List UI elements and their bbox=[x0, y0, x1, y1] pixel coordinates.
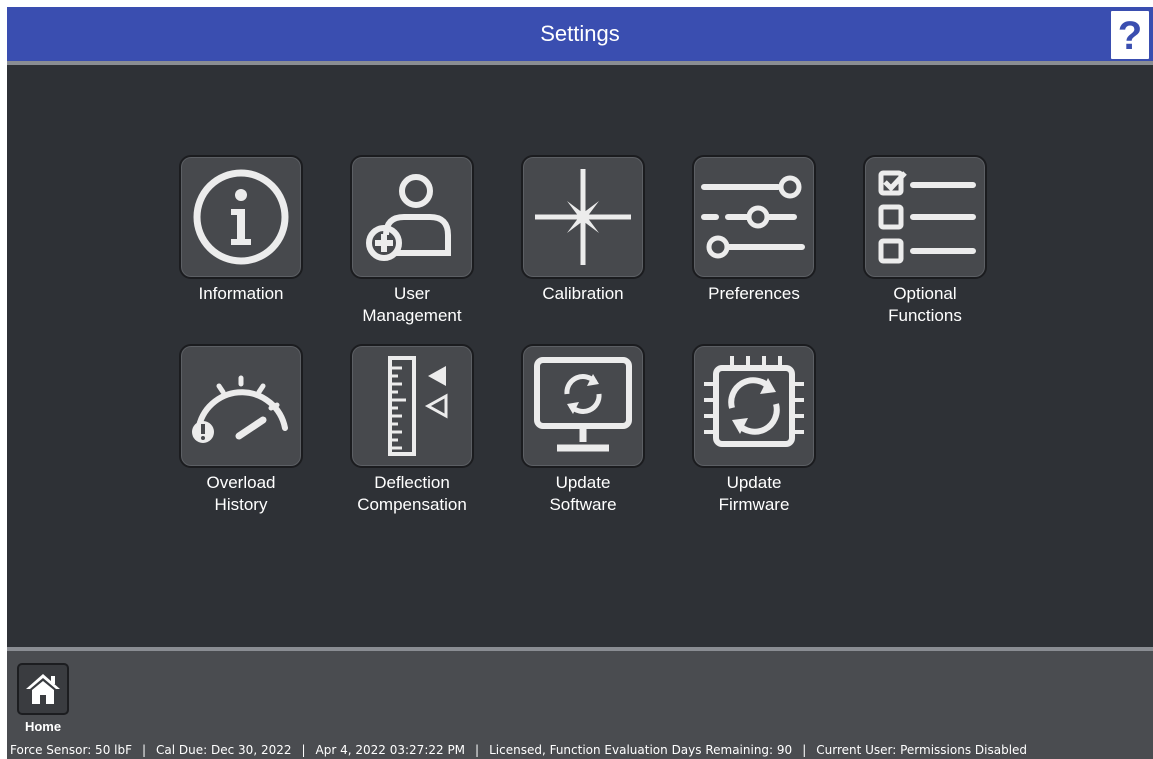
status-separator: | bbox=[301, 743, 306, 757]
tile-update-software[interactable]: Update Software bbox=[513, 344, 653, 516]
optional-functions-label: Optional Functions bbox=[888, 284, 962, 325]
optional-functions-button[interactable] bbox=[863, 155, 987, 279]
status-force-sensor: Force Sensor: 50 lbF bbox=[10, 743, 132, 757]
tile-calibration[interactable]: Calibration bbox=[513, 155, 653, 305]
status-cal-due: Cal Due: Dec 30, 2022 bbox=[156, 743, 292, 757]
status-current-user: Current User: Permissions Disabled bbox=[816, 743, 1028, 757]
status-separator: | bbox=[142, 743, 147, 757]
update-software-button[interactable] bbox=[521, 344, 645, 468]
status-bar: Force Sensor: 50 lbF | Cal Due: Dec 30, 20… bbox=[7, 741, 1153, 759]
tile-preferences[interactable]: Preferences bbox=[684, 155, 824, 305]
tile-deflection-compensation[interactable]: Deflection Compensation bbox=[342, 344, 482, 516]
tile-overload-history[interactable]: Overload History bbox=[171, 344, 311, 516]
deflection-compensation-label: Deflection Compensation bbox=[357, 473, 467, 514]
settings-grid: Information User Management Calibration … bbox=[7, 69, 1153, 647]
ruler-arrows-icon bbox=[388, 356, 448, 456]
info-icon bbox=[193, 169, 289, 265]
help-button[interactable]: ? bbox=[1109, 9, 1151, 61]
status-license: Licensed, Function Evaluation Days Remai… bbox=[489, 743, 793, 757]
monitor-refresh-icon bbox=[534, 357, 632, 452]
chip-refresh-icon bbox=[704, 356, 804, 447]
update-software-label: Update Software bbox=[549, 473, 617, 514]
status-separator: | bbox=[802, 743, 807, 757]
tile-update-firmware[interactable]: Update Firmware bbox=[684, 344, 824, 516]
sliders-icon bbox=[701, 175, 805, 259]
tile-user-management[interactable]: User Management bbox=[342, 155, 482, 327]
crosshair-icon bbox=[535, 169, 631, 265]
deflection-compensation-button[interactable] bbox=[350, 344, 474, 468]
user-management-label: User Management bbox=[362, 284, 462, 325]
footer-bar: Home bbox=[7, 647, 1153, 741]
overload-history-label: Overload History bbox=[206, 473, 276, 514]
update-firmware-label: Update Firmware bbox=[718, 473, 790, 514]
header-bar: Settings ? bbox=[7, 7, 1153, 65]
calibration-button[interactable] bbox=[521, 155, 645, 279]
home-button[interactable] bbox=[17, 663, 69, 715]
status-datetime: Apr 4, 2022 03:27:22 PM bbox=[315, 743, 466, 757]
status-separator: | bbox=[475, 743, 480, 757]
overload-history-button[interactable] bbox=[179, 344, 303, 468]
user-management-button[interactable] bbox=[350, 155, 474, 279]
app-window: Settings ? Information User Management C… bbox=[7, 7, 1153, 759]
information-label: Information bbox=[198, 284, 284, 303]
checklist-icon bbox=[878, 170, 976, 264]
tile-information[interactable]: Information bbox=[171, 155, 311, 305]
preferences-label: Preferences bbox=[708, 284, 800, 303]
information-button[interactable] bbox=[179, 155, 303, 279]
gauge-warning-icon bbox=[192, 375, 288, 443]
user-add-icon bbox=[366, 174, 451, 261]
preferences-button[interactable] bbox=[692, 155, 816, 279]
page-title: Settings bbox=[540, 21, 620, 46]
tile-optional-functions[interactable]: Optional Functions bbox=[855, 155, 995, 327]
calibration-label: Calibration bbox=[542, 284, 624, 303]
home-label: Home bbox=[24, 719, 62, 734]
home-icon bbox=[26, 674, 60, 704]
update-firmware-button[interactable] bbox=[692, 344, 816, 468]
